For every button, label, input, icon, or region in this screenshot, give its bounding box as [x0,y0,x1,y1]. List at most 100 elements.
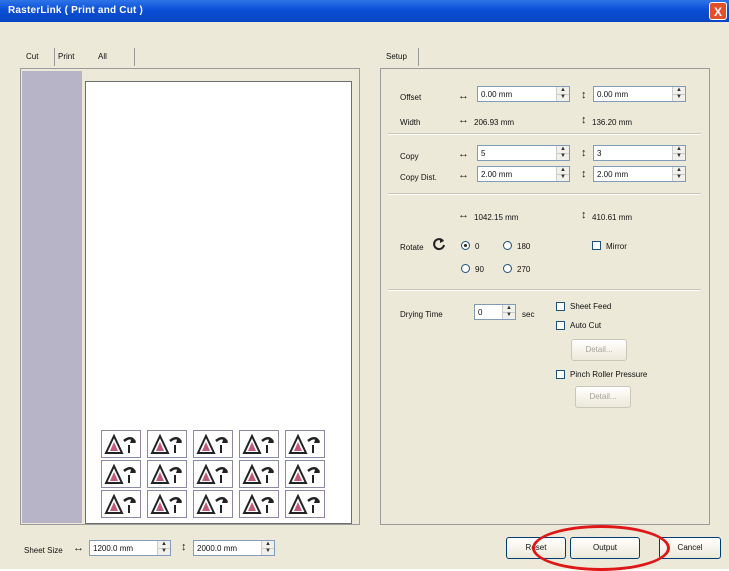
rotate-icon [432,237,446,253]
layout-copy-icon [239,430,279,458]
pinch-roller-checkbox[interactable] [556,370,565,379]
chevron-down-icon[interactable]: ▼ [158,548,170,555]
chevron-down-icon[interactable]: ▼ [557,94,569,101]
vertical-arrow-icon: ↕ [581,114,587,126]
copy-dist-y-field[interactable]: 2.00 mm ▲ ▼ [593,166,686,182]
spin-arrows[interactable]: ▲ ▼ [261,541,274,555]
chevron-down-icon[interactable]: ▼ [503,312,515,319]
spin-arrows[interactable]: ▲ ▼ [556,167,569,181]
spin-arrows[interactable]: ▲ ▼ [672,146,685,160]
sheet-feed-label: Sheet Feed [570,302,612,311]
horizontal-arrow-icon: ↔ [73,542,84,554]
spin-arrows[interactable]: ▲ ▼ [157,541,170,555]
width-y-value: 136.20 mm [592,118,633,127]
chevron-down-icon[interactable]: ▼ [557,174,569,181]
divider [388,193,701,195]
tab-divider [54,48,55,66]
tab-setup[interactable]: Setup [386,52,407,61]
layout-copy-icon [147,430,187,458]
sheet-size-label: Sheet Size [24,546,63,555]
chevron-down-icon[interactable]: ▼ [262,548,274,555]
offset-label: Offset [400,93,422,102]
horizontal-arrow-icon: ↔ [458,114,469,126]
mirror-label: Mirror [606,242,627,251]
rotate-90-label: 90 [475,265,484,274]
mirror-checkbox[interactable] [592,241,601,250]
right-tab-strip: Setup [386,48,426,66]
sheet-height-field[interactable]: 2000.0 mm ▲ ▼ [193,540,275,556]
sheet-width-field[interactable]: 1200.0 mm ▲ ▼ [89,540,171,556]
pinch-roller-detail-button[interactable]: Detail... [575,386,631,408]
chevron-down-icon[interactable]: ▼ [673,153,685,160]
setup-panel [380,68,710,525]
tab-print[interactable]: Print [58,52,74,61]
layout-copy-icon [193,460,233,488]
total-y-value: 410.61 mm [592,213,633,222]
rotate-label: Rotate [400,243,424,252]
offset-y-field[interactable]: 0.00 mm ▲ ▼ [593,86,686,102]
rotate-90-radio[interactable] [461,264,470,273]
divider [388,133,701,135]
copy-dist-label: Copy Dist. [400,173,437,182]
copy-layout-grid [101,422,329,524]
close-button[interactable]: X [709,2,727,20]
layout-copy-icon [285,490,325,518]
layout-copy-icon [147,490,187,518]
spin-arrows[interactable]: ▲ ▼ [556,87,569,101]
total-x-value: 1042.15 mm [474,213,519,222]
spin-arrows[interactable]: ▲ ▼ [502,305,515,319]
layout-copy-icon [239,460,279,488]
vertical-arrow-icon: ↕ [581,89,587,101]
layout-copy-icon [101,460,141,488]
copy-y-field[interactable]: 3 ▲ ▼ [593,145,686,161]
horizontal-arrow-icon: ↔ [458,148,469,160]
tab-cut[interactable]: Cut [26,52,38,61]
width-x-value: 206.93 mm [474,118,515,127]
rotate-0-label: 0 [475,242,480,251]
layout-copy-icon [101,490,141,518]
vertical-arrow-icon: ↕ [181,541,187,553]
window-title: RasterLink ( Print and Cut ) [8,5,144,16]
rotate-180-radio[interactable] [503,241,512,250]
copy-label: Copy [400,152,419,161]
rotate-270-label: 270 [517,265,531,274]
horizontal-arrow-icon: ↔ [458,90,469,102]
horizontal-arrow-icon: ↔ [458,209,469,221]
spin-arrows[interactable]: ▲ ▼ [556,146,569,160]
rotate-0-radio[interactable] [461,241,470,250]
layout-copy-icon [193,490,233,518]
offset-x-field[interactable]: 0.00 mm ▲ ▼ [477,86,570,102]
rotate-180-label: 180 [517,242,531,251]
layout-copy-icon [193,430,233,458]
spin-arrows[interactable]: ▲ ▼ [672,87,685,101]
sheet-feed-checkbox[interactable] [556,302,565,311]
tab-divider [134,48,135,66]
vertical-arrow-icon: ↕ [581,209,587,221]
layout-copy-icon [101,430,141,458]
pinch-roller-label: Pinch Roller Pressure [570,370,648,379]
tab-divider [418,48,419,66]
drying-time-field[interactable]: 0 ▲ ▼ [474,304,516,320]
vertical-arrow-icon: ↕ [581,168,587,180]
chevron-down-icon[interactable]: ▼ [673,94,685,101]
layout-copy-icon [239,490,279,518]
drying-unit: sec [522,310,535,319]
copy-x-field[interactable]: 5 ▲ ▼ [477,145,570,161]
auto-cut-detail-button[interactable]: Detail... [571,339,627,361]
tab-all[interactable]: All [98,52,107,61]
copy-dist-x-field[interactable]: 2.00 mm ▲ ▼ [477,166,570,182]
auto-cut-label: Auto Cut [570,321,602,330]
title-bar: RasterLink ( Print and Cut ) X [0,0,729,22]
width-label: Width [400,118,421,127]
auto-cut-checkbox[interactable] [556,321,565,330]
rotate-270-radio[interactable] [503,264,512,273]
chevron-down-icon[interactable]: ▼ [557,153,569,160]
layout-copy-icon [285,460,325,488]
vertical-arrow-icon: ↕ [581,147,587,159]
chevron-down-icon[interactable]: ▼ [673,174,685,181]
divider [388,289,701,291]
drying-time-label: Drying Time [400,310,443,319]
highlight-circle [532,525,670,571]
spin-arrows[interactable]: ▲ ▼ [672,167,685,181]
app-window: RasterLink ( Print and Cut ) X Cut Print… [0,0,729,571]
